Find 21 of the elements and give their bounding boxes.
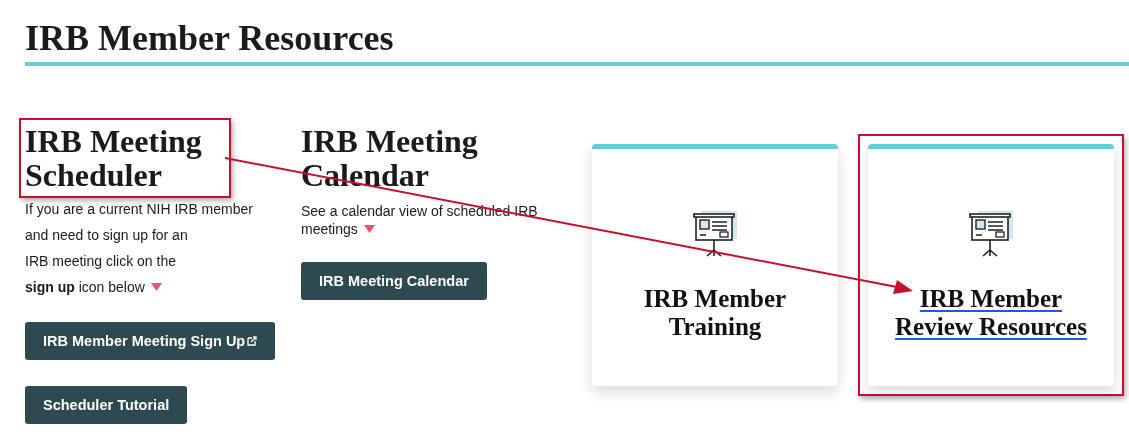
- card-title: IRB Member Training: [642, 285, 788, 341]
- description-text: and need to sign up for an: [25, 226, 188, 245]
- description-text: IRB meeting click on the: [25, 252, 176, 271]
- resource-card[interactable]: IRB Member Training: [592, 144, 838, 386]
- resource-card[interactable]: IRB Member Review Resources: [868, 144, 1114, 386]
- card-title[interactable]: IRB Member Review Resources: [886, 285, 1096, 341]
- triangle-icon: [150, 283, 162, 291]
- link-button[interactable]: Scheduler Tutorial: [25, 386, 188, 424]
- presentation-board-icon: [693, 211, 737, 257]
- external-link-icon: [247, 336, 258, 346]
- triangle-icon: [363, 225, 375, 233]
- presentation-board-icon: [969, 211, 1013, 257]
- description-text: meetings: [301, 220, 358, 238]
- section-heading: IRB Meeting Calendar: [301, 124, 479, 192]
- description-text: sign up icon below: [25, 278, 145, 297]
- link-button[interactable]: IRB Meeting Calendar: [301, 262, 487, 300]
- page-title: IRB Member Resources: [25, 18, 394, 58]
- description-text: See a calendar view of scheduled IRB: [301, 202, 538, 220]
- section-heading: IRB Meeting Scheduler: [25, 124, 203, 192]
- description-text: If you are a current NIH IRB member: [25, 200, 253, 219]
- link-button[interactable]: IRB Member Meeting Sign Up: [25, 322, 276, 360]
